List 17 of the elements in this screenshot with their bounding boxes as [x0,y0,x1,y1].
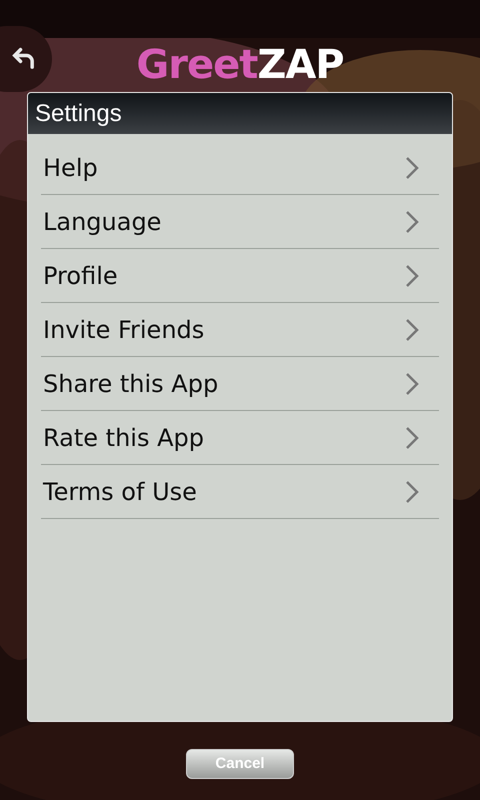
chevron-right-icon [405,318,419,342]
settings-item[interactable]: Rate this App [41,411,439,465]
chevron-right-icon [405,372,419,396]
settings-item[interactable]: Language [41,195,439,249]
settings-item[interactable]: Profile [41,249,439,303]
logo-text: ZAP [257,45,344,85]
chevron-right-icon [405,264,419,288]
chevron-right-icon [405,426,419,450]
settings-item[interactable]: Invite Friends [41,303,439,357]
settings-item[interactable]: Share this App [41,357,439,411]
panel-title: Settings [35,98,122,128]
chevron-right-icon [405,156,419,180]
settings-item[interactable]: Terms of Use [41,465,439,519]
logo-text: Greet [136,45,258,85]
settings-item[interactable]: Help [41,141,439,195]
chevron-right-icon [405,480,419,504]
chevron-right-icon [405,210,419,234]
